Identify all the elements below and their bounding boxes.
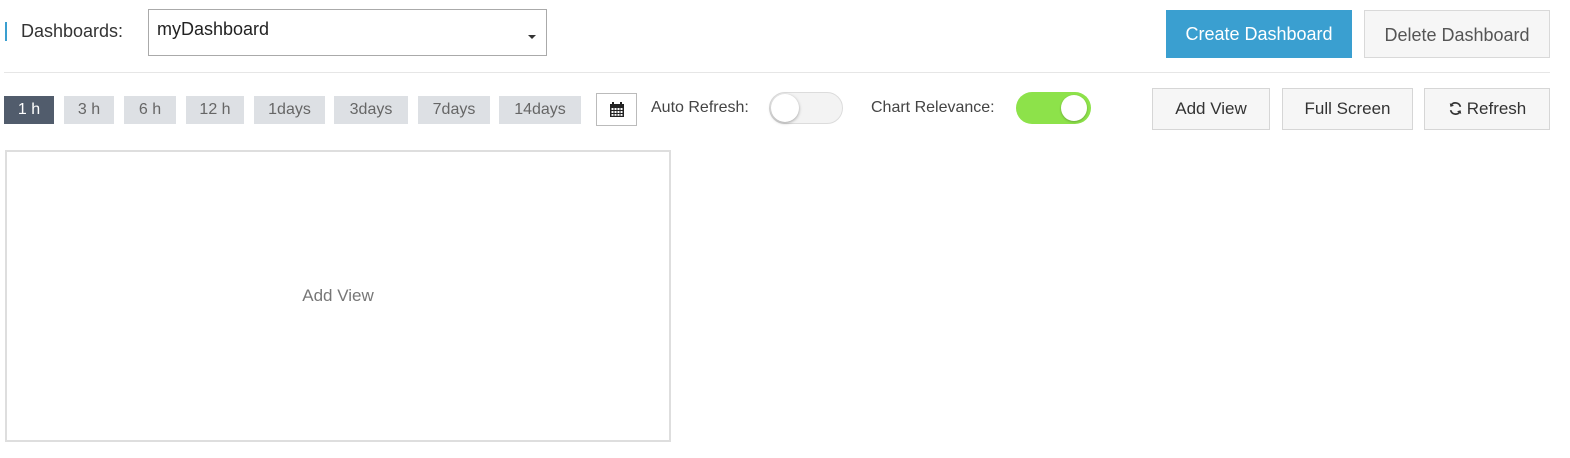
toggle-knob xyxy=(771,94,799,122)
add-view-placeholder: Add View xyxy=(302,286,374,305)
refresh-button[interactable]: Refresh xyxy=(1424,88,1550,130)
delete-dashboard-button[interactable]: Delete Dashboard xyxy=(1364,10,1550,58)
refresh-icon xyxy=(1449,102,1461,115)
refresh-button-label: Refresh xyxy=(1466,99,1527,118)
auto-refresh-toggle[interactable] xyxy=(769,92,843,124)
toggle-knob xyxy=(1061,95,1087,121)
time-range-7days[interactable]: 7days xyxy=(418,96,490,124)
add-view-panel[interactable]: Add View xyxy=(5,150,671,442)
chart-relevance-toggle[interactable] xyxy=(1016,92,1091,124)
section-accent-bar xyxy=(5,22,7,41)
time-range-3h[interactable]: 3 h xyxy=(64,96,114,124)
calendar-button[interactable] xyxy=(596,93,637,126)
calendar-icon xyxy=(610,102,624,117)
time-range-6h[interactable]: 6 h xyxy=(124,96,176,124)
chart-relevance-label: Chart Relevance: xyxy=(871,99,995,116)
header-divider xyxy=(4,72,1550,73)
caret-down-icon xyxy=(528,35,536,39)
time-range-1h[interactable]: 1 h xyxy=(4,96,54,124)
dashboards-label: Dashboards: xyxy=(21,21,124,41)
add-view-button[interactable]: Add View xyxy=(1152,88,1270,130)
time-range-1days[interactable]: 1days xyxy=(254,96,325,124)
time-range-3days[interactable]: 3days xyxy=(334,96,408,124)
dashboard-select[interactable]: myDashboard xyxy=(148,9,547,56)
auto-refresh-label: Auto Refresh: xyxy=(651,99,749,116)
time-range-12h[interactable]: 12 h xyxy=(186,96,244,124)
time-range-14days[interactable]: 14days xyxy=(499,96,581,124)
dashboard-select-value: myDashboard xyxy=(157,19,270,39)
create-dashboard-button[interactable]: Create Dashboard xyxy=(1166,10,1352,58)
full-screen-button[interactable]: Full Screen xyxy=(1282,88,1413,130)
